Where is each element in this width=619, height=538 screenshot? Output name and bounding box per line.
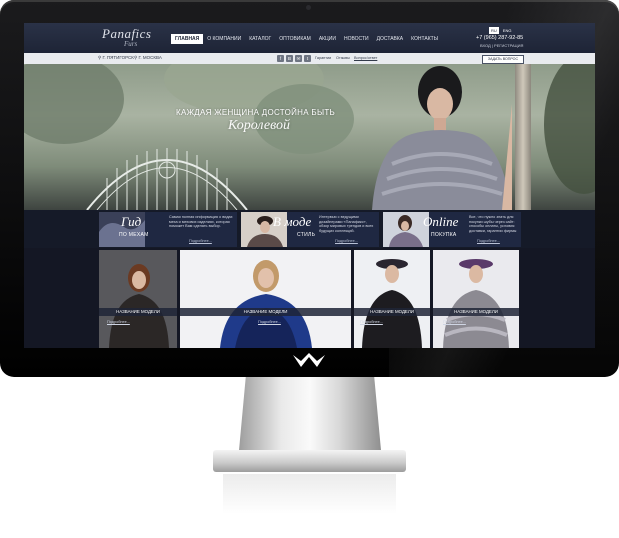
nav-catalog[interactable]: КАТАЛОГ	[245, 34, 275, 44]
monitor-logo-icon	[293, 353, 325, 367]
product-photo	[433, 250, 519, 348]
product-photo	[99, 250, 177, 348]
hero-banner: КАЖДАЯ ЖЕНЩИНА ДОСТОЙНА БЫТЬ Королевой	[24, 64, 595, 210]
location-moscow[interactable]: ⚲ Г. МОСКВА	[134, 55, 162, 61]
product-card[interactable]: НАЗВАНИЕ МОДЕЛИ Подробнее...	[354, 250, 430, 348]
promo-strip: Гид ПО МЕХАМ Самая полная информация о в…	[24, 210, 595, 248]
link-guarantees[interactable]: Гарантии	[315, 56, 331, 60]
lang-ru[interactable]: RU	[489, 27, 499, 34]
login-link[interactable]: ВХОД | РЕГИСТРАЦИЯ	[480, 43, 523, 48]
promo-more-link[interactable]: Подробнее...	[189, 239, 212, 243]
brand-subtitle: Furs	[124, 40, 138, 48]
product-name: НАЗВАНИЕ МОДЕЛИ	[354, 308, 430, 316]
promo-title: В моде	[273, 214, 312, 229]
facebook-icon[interactable]: f	[277, 54, 284, 62]
product-name: НАЗВАНИЕ МОДЕЛИ	[433, 308, 519, 316]
monitor-base	[213, 450, 406, 472]
stone-pillar	[515, 64, 531, 210]
promo-text: Самая полная информация о видах меха и м…	[169, 215, 233, 229]
fur-model-photo	[372, 66, 512, 210]
link-reviews[interactable]: Отзывы	[336, 56, 350, 60]
product-card[interactable]: НАЗВАНИЕ МОДЕЛИ Подробнее...	[433, 250, 519, 348]
promo-online[interactable]: Online ПОКУПКА Все, что нужно знать для …	[383, 212, 521, 247]
product-more-link[interactable]: Подробнее...	[107, 320, 130, 324]
product-name: НАЗВАНИЕ МОДЕЛИ	[180, 308, 351, 316]
product-more-link[interactable]: Подробнее...	[443, 320, 466, 324]
tree-foliage	[544, 64, 595, 194]
product-card[interactable]: НАЗВАНИЕ МОДЕЛИ Подробнее...	[99, 250, 177, 348]
product-name: НАЗВАНИЕ МОДЕЛИ	[99, 308, 177, 316]
nav-contacts[interactable]: КОНТАКТЫ	[407, 34, 442, 44]
promo-title: Гид	[121, 214, 142, 229]
hero-slogan: КАЖДАЯ ЖЕНЩИНА ДОСТОЙНА БЫТЬ	[176, 108, 336, 117]
link-faq[interactable]: Вопрос/ответ	[354, 56, 377, 60]
promo-more-link[interactable]: Подробнее...	[335, 239, 358, 243]
language-switch: RU ENG	[489, 27, 513, 34]
promo-fur-guide[interactable]: Гид ПО МЕХАМ Самая полная информация о в…	[99, 212, 237, 247]
promo-caption: ПО МЕХАМ	[119, 232, 149, 238]
phone-number[interactable]: +7 (965) 287-92-85	[476, 35, 523, 41]
ask-question-button[interactable]: ЗАДАТЬ ВОПРОС	[482, 54, 524, 64]
base-reflection	[223, 474, 396, 514]
hero-slogan-script: Королевой	[228, 118, 290, 133]
promo-more-link[interactable]: Подробнее...	[477, 239, 500, 243]
vk-icon[interactable]: В	[286, 54, 293, 62]
product-card[interactable]: НАЗВАНИЕ МОДЕЛИ Подробнее...	[180, 250, 351, 348]
promo-fashion[interactable]: В моде СТИЛЬ Интервью с ведущими дизайне…	[241, 212, 379, 247]
promo-caption: ПОКУПКА	[431, 232, 457, 238]
main-nav: ГЛАВНАЯ О КОМПАНИИ КАТАЛОГ ОПТОВИКАМ АКЦ…	[171, 34, 442, 44]
location-pyatigorsk[interactable]: ⚲ Г. ПЯТИГОРСК	[98, 55, 134, 61]
nav-about[interactable]: О КОМПАНИИ	[203, 34, 245, 44]
nav-home[interactable]: ГЛАВНАЯ	[171, 34, 204, 44]
twitter-icon[interactable]: t	[304, 54, 311, 62]
promo-title: Online	[423, 214, 459, 229]
website-screen: Panafics Furs ГЛАВНАЯ О КОМПАНИИ КАТАЛОГ…	[24, 23, 595, 348]
promo-caption: СТИЛЬ	[297, 232, 316, 238]
monitor-bezel: Panafics Furs ГЛАВНАЯ О КОМПАНИИ КАТАЛОГ…	[0, 0, 619, 377]
product-more-link[interactable]: Подробнее...	[258, 320, 281, 324]
promo-text: Интервью с ведущими дизайнерами «Панафик…	[319, 215, 374, 233]
promo-text: Все, что нужно знать для покупки шубы че…	[469, 215, 517, 233]
product-more-link[interactable]: Подробнее...	[360, 320, 383, 324]
site-header: Panafics Furs ГЛАВНАЯ О КОМПАНИИ КАТАЛОГ…	[24, 23, 595, 53]
sub-bar: ⚲ Г. ПЯТИГОРСК ⚲ Г. МОСКВА f В ✉ t Гаран…	[24, 53, 595, 64]
iron-gate-image	[86, 148, 248, 210]
location-label: Г. ПЯТИГОРСК	[102, 55, 134, 60]
camera	[306, 5, 311, 10]
product-gallery: НАЗВАНИЕ МОДЕЛИ Подробнее... НАЗВАНИЕ МО…	[24, 248, 595, 348]
nav-delivery[interactable]: ДОСТАВКА	[373, 34, 408, 44]
nav-wholesale[interactable]: ОПТОВИКАМ	[275, 34, 315, 44]
mail-icon[interactable]: ✉	[295, 54, 302, 62]
nav-news[interactable]: НОВОСТИ	[340, 34, 373, 44]
product-photo	[180, 250, 351, 348]
location-label: Г. МОСКВА	[138, 55, 162, 60]
lang-en[interactable]: ENG	[501, 27, 514, 34]
nav-promotions[interactable]: АКЦИИ	[315, 34, 340, 44]
product-photo	[354, 250, 430, 348]
